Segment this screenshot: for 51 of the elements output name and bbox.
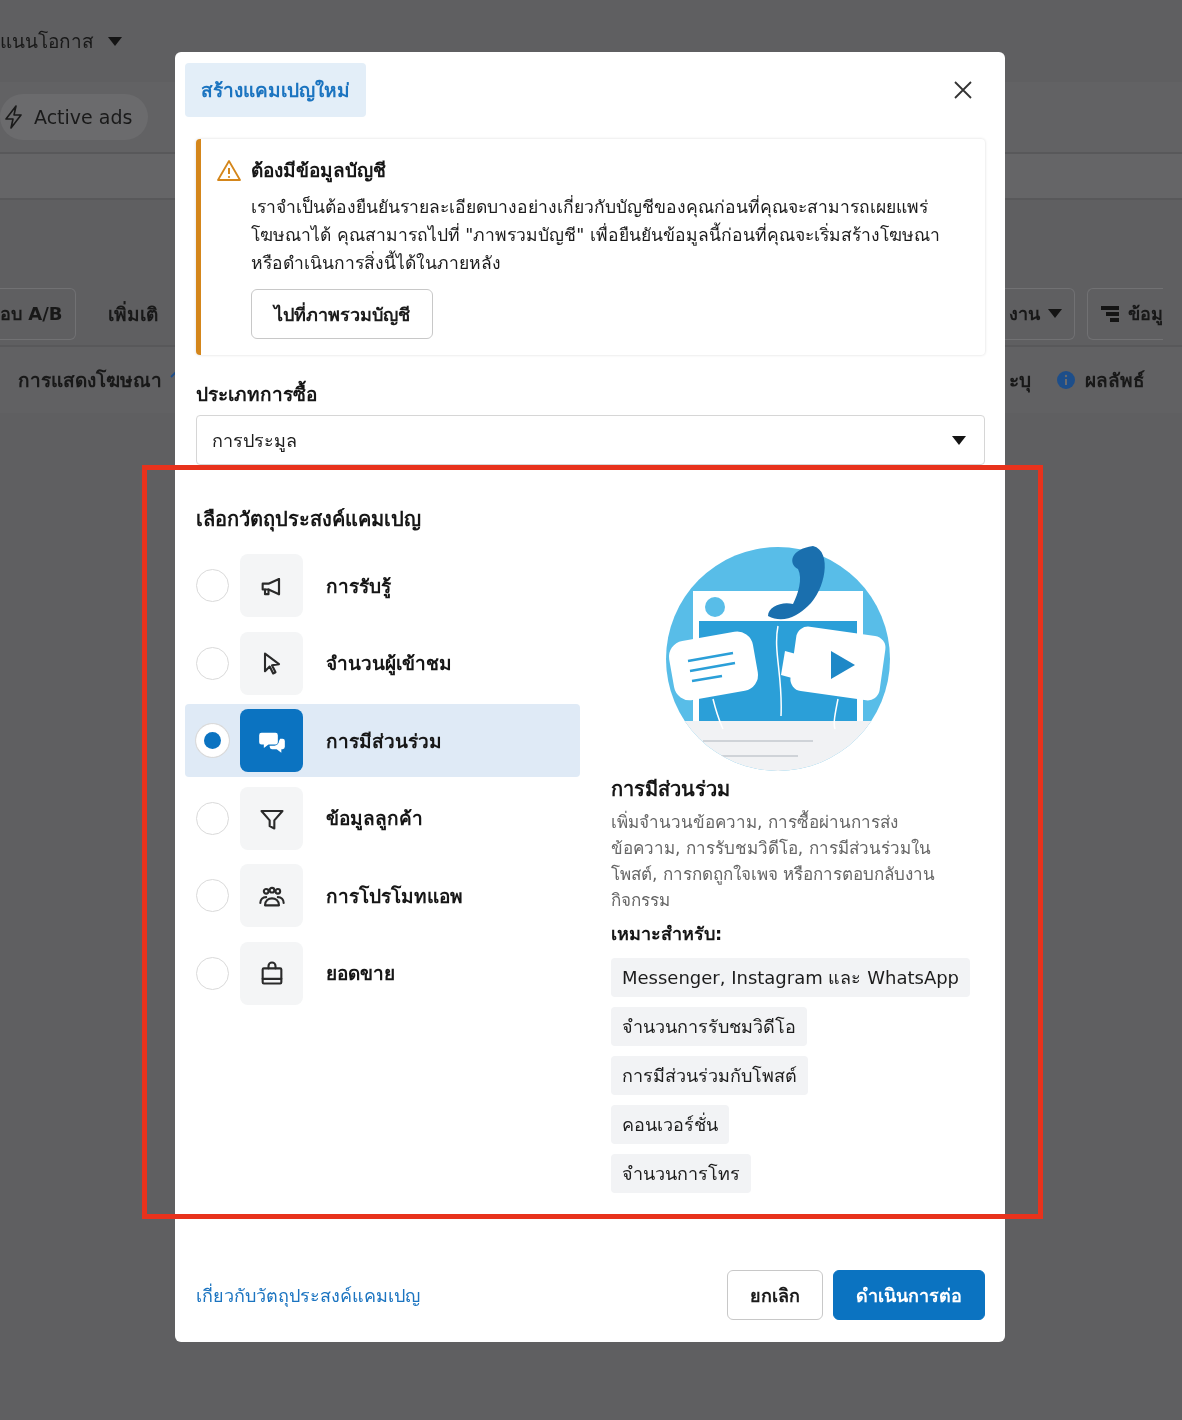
objective-option[interactable]: การโปรโมทแอพ <box>185 859 580 932</box>
use-case-tag: การมีส่วนร่วมกับโพสต์ <box>611 1056 808 1095</box>
use-case-tag: คอนเวอร์ชั่น <box>611 1105 729 1144</box>
radio-button[interactable] <box>196 956 229 990</box>
radio-button[interactable] <box>196 801 229 835</box>
caret-icon <box>952 435 966 445</box>
dialog-title: สร้างแคมเปญใหม่ <box>185 63 366 117</box>
objective-label: ข้อมูลลูกค้า <box>326 806 423 833</box>
ab-test-button[interactable]: อบ A/B <box>0 287 76 340</box>
column-header[interactable]: ะบุ <box>1009 365 1031 395</box>
more-label[interactable]: เพิ่มเติ <box>107 298 158 329</box>
objective-option[interactable]: การรับรู้ <box>185 549 580 622</box>
warning-title: ต้องมีข้อมูลบัญชี <box>251 158 386 185</box>
about-objectives-link[interactable]: เกี่ยวกับวัตถุประสงค์แคมเปญ <box>196 1280 420 1310</box>
caret-icon <box>1048 309 1062 318</box>
columns-icon <box>1100 303 1120 324</box>
active-ads-chip[interactable]: Active ads <box>0 94 149 140</box>
section-title: เลือกวัตถุประสงค์แคมเปญ <box>196 506 422 534</box>
objective-label: การรับรู้ <box>326 573 391 601</box>
radio-button[interactable] <box>196 879 229 912</box>
objective-option[interactable]: จำนวนผู้เข้าชม <box>185 626 580 700</box>
objective-option[interactable]: การมีส่วนร่วม <box>185 704 580 777</box>
info-icon <box>1057 371 1075 389</box>
column-header[interactable]: การแสดงโฆษณา <box>18 365 162 395</box>
objective-label: ยอดขาย <box>326 961 395 986</box>
objective-title: การมีส่วนร่วม <box>611 776 730 803</box>
columns-button[interactable]: ข้อมู <box>1087 287 1163 340</box>
continue-button[interactable]: ดำเนินการต่อ <box>833 1270 985 1320</box>
cancel-button[interactable]: ยกเลิก <box>727 1270 823 1320</box>
purchase-type-label: ประเภทการซื้อ <box>196 379 985 409</box>
objective-option[interactable]: ข้อมูลลูกค้า <box>185 781 580 855</box>
use-case-tag: จำนวนการรับชมวิดีโอ <box>611 1007 807 1046</box>
close-icon <box>953 80 973 100</box>
objective-label: จำนวนผู้เข้าชม <box>326 651 452 678</box>
column-header[interactable]: ผลลัพธ์ <box>1085 365 1145 395</box>
objective-option[interactable]: ยอดขาย <box>185 936 580 1010</box>
use-case-tag: จำนวนการโทร <box>611 1154 751 1193</box>
objective-label: การมีส่วนร่วม <box>326 728 442 754</box>
suited-for-label: เหมาะสำหรับ: <box>611 922 723 946</box>
warning-text: เราจำเป็นต้องยืนยันรายละเอียดบางอย่างเกี่ยวกับบัญชีของคุณก่อนที่คุณจะสามารถเผยแพร่โฆษณาได้ คุณสามารถไปที่ "ภาพรวมบัญชี" เพื่อยืนยันข้อมูลนี้ก่อนที่คุณจะเริ่มสร้างโฆษณาหรือดำเนินการสิ่งนี้ได้ในภายหลัง <box>251 194 941 275</box>
lightning-icon <box>4 105 24 129</box>
warning-icon <box>217 159 241 181</box>
account-overview-button[interactable]: ไปที่ภาพรวมบัญชี <box>251 289 433 339</box>
radio-button[interactable] <box>196 569 229 602</box>
objective-description: เพิ่มจำนวนข้อความ, การซื้อผ่านการส่งข้อความ, การรับชมวิดีโอ, การมีส่วนร่วมในโพสต์, การกดถูกใจเพจ หรือการตอบกลับงานกิจกรรม <box>611 809 937 912</box>
caret-icon <box>108 36 122 46</box>
use-case-tag: Messenger, Instagram และ WhatsApp <box>611 958 971 997</box>
purchase-type-select[interactable]: การประมูล <box>196 415 985 465</box>
objective-label: การโปรโมทแอพ <box>326 883 463 909</box>
breadcrumb-label[interactable]: แนนโอกาส <box>0 26 94 56</box>
radio-button[interactable] <box>196 646 229 680</box>
